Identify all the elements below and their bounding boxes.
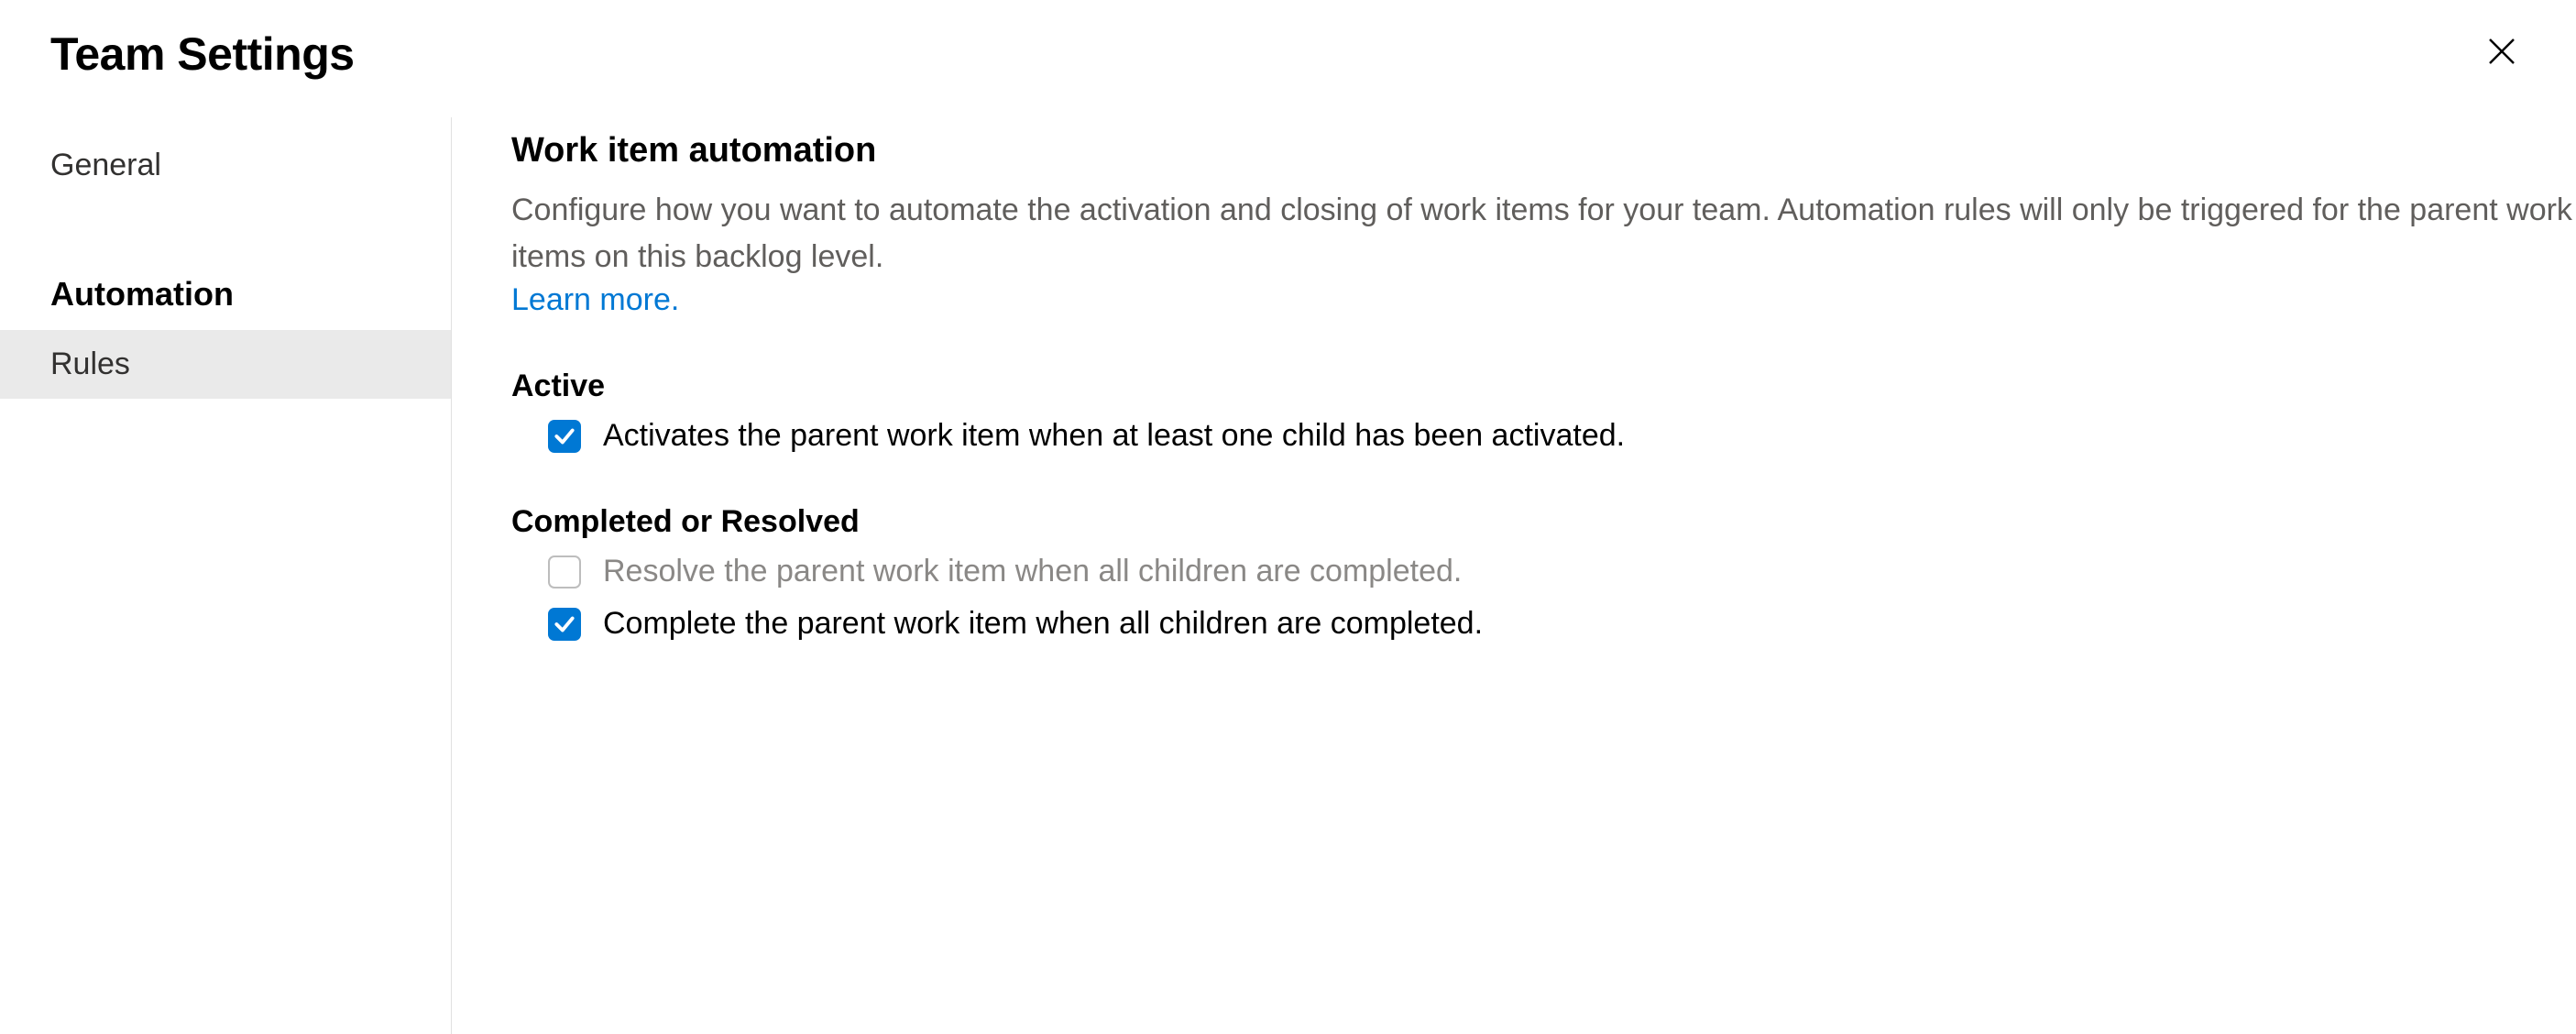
- dialog-body: General Automation Rules Work item autom…: [0, 117, 2576, 1034]
- rule-row-resolve-parent: Resolve the parent work item when all ch…: [511, 554, 2576, 589]
- section-description: Configure how you want to automate the a…: [511, 187, 2573, 280]
- dialog-header: Team Settings: [0, 0, 2576, 117]
- sidebar-item-general[interactable]: General: [0, 131, 451, 200]
- content-area: Work item automation Configure how you w…: [452, 117, 2576, 1034]
- group-heading-completed: Completed or Resolved: [511, 504, 2576, 540]
- group-heading-active: Active: [511, 368, 2576, 404]
- page-title: Team Settings: [50, 28, 355, 81]
- checkbox-complete-parent[interactable]: [548, 608, 581, 641]
- rule-label: Complete the parent work item when all c…: [603, 606, 1483, 642]
- checkbox-activate-parent[interactable]: [548, 420, 581, 453]
- rule-label: Resolve the parent work item when all ch…: [603, 554, 1462, 589]
- check-icon: [553, 612, 576, 636]
- rule-row-complete-parent: Complete the parent work item when all c…: [511, 606, 2576, 642]
- learn-more-link[interactable]: Learn more.: [511, 282, 679, 318]
- close-button[interactable]: [2478, 32, 2526, 77]
- checkbox-resolve-parent[interactable]: [548, 556, 581, 588]
- sidebar-heading-automation: Automation: [0, 246, 451, 330]
- check-icon: [553, 424, 576, 448]
- close-icon: [2487, 37, 2516, 66]
- sidebar: General Automation Rules: [0, 117, 452, 1034]
- rule-row-activate-parent: Activates the parent work item when at l…: [511, 418, 2576, 454]
- sidebar-item-rules[interactable]: Rules: [0, 330, 451, 399]
- section-title: Work item automation: [511, 131, 2576, 170]
- rule-label: Activates the parent work item when at l…: [603, 418, 1625, 454]
